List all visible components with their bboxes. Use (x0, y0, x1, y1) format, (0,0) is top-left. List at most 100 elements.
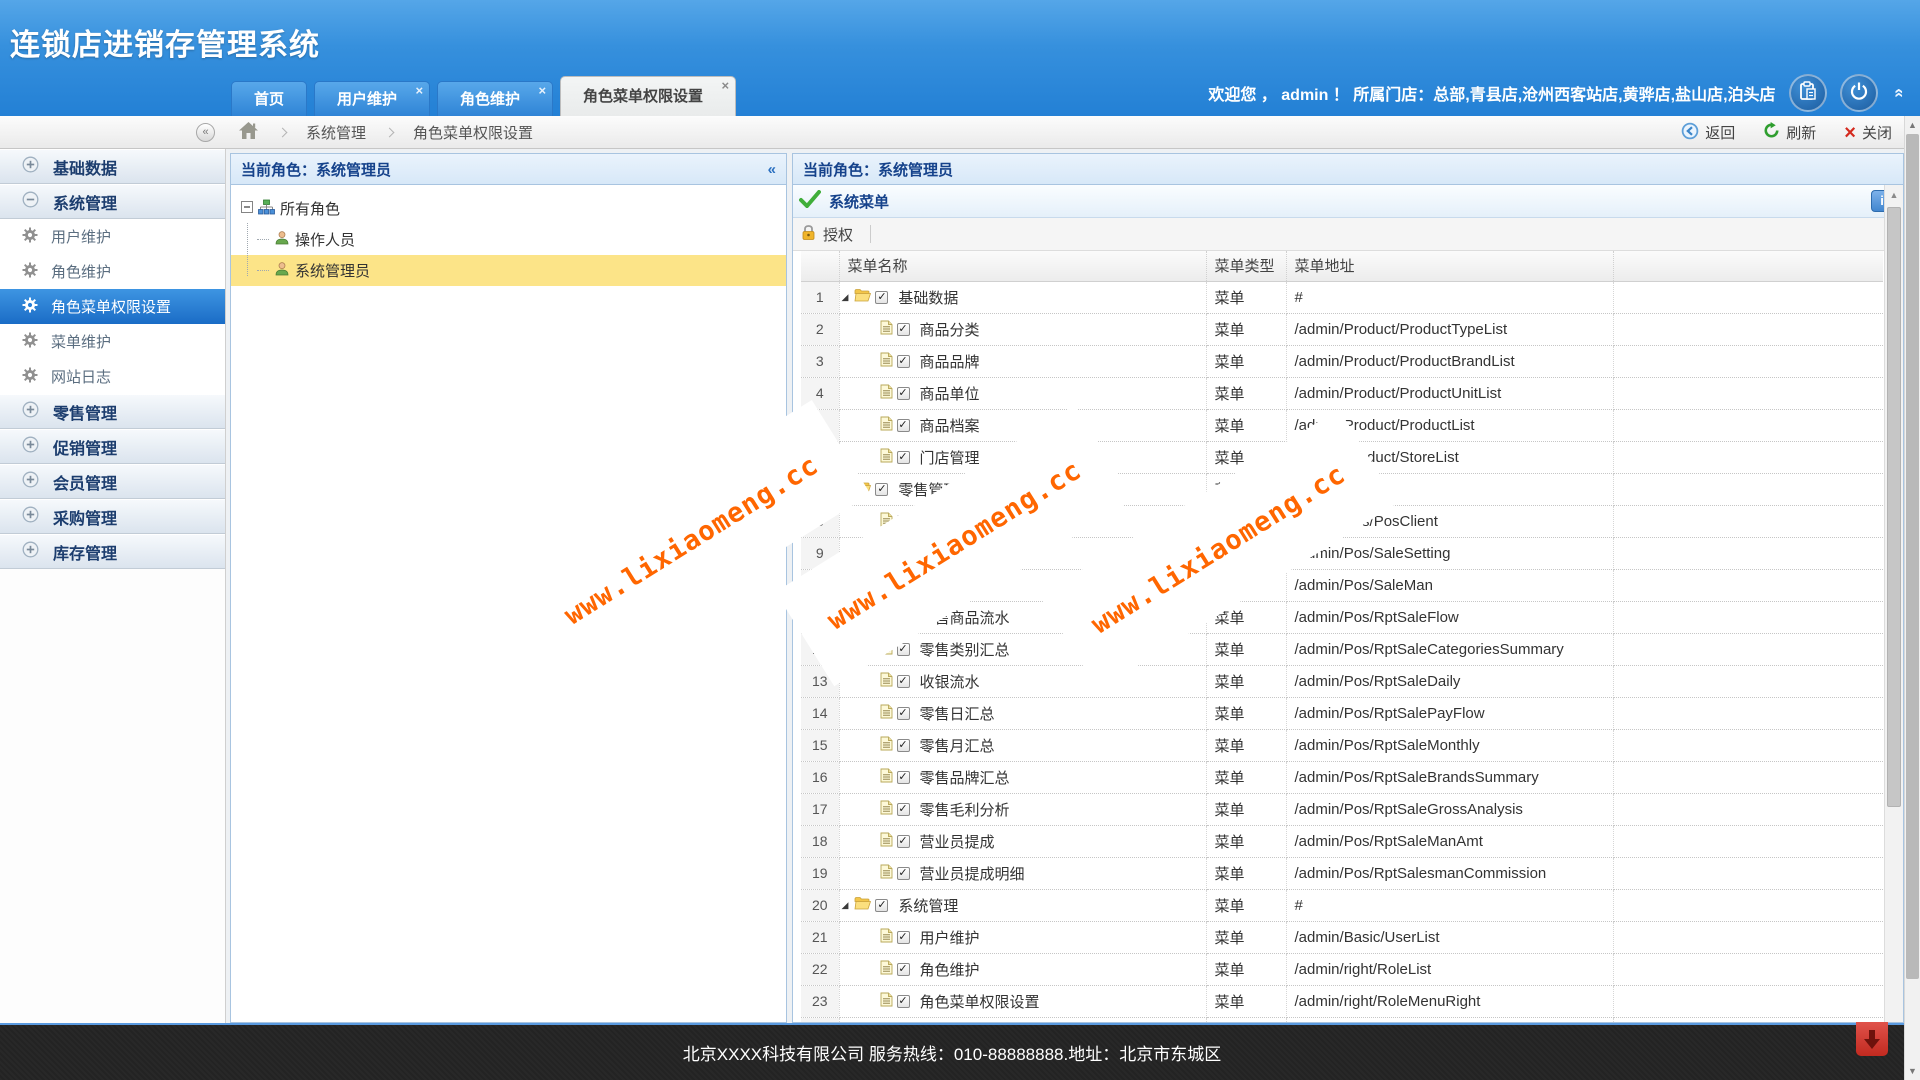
table-row[interactable]: 17 ✓零售毛利分析 菜单 /admin/Pos/RptSaleGrossAna… (801, 793, 1883, 825)
table-row[interactable]: 1 ◢✓基础数据 菜单 # (801, 281, 1883, 313)
breadcrumb-item[interactable]: 角色菜单权限设置 (413, 122, 533, 143)
blank-cell (1613, 313, 1883, 345)
tab-close-icon[interactable]: × (538, 84, 546, 97)
tab-close-icon[interactable]: × (415, 84, 423, 97)
refresh-icon (1763, 122, 1780, 143)
file-icon (880, 768, 893, 787)
table-row[interactable]: 20 ◢✓系统管理 菜单 # (801, 889, 1883, 921)
checkbox[interactable]: ✓ (897, 707, 910, 720)
menu-name: 商品分类 (920, 319, 980, 340)
sidebar-item-1[interactable]: 用户维护 (0, 219, 225, 254)
grid-header-type[interactable]: 菜单类型 (1206, 251, 1286, 281)
menu-url: /admin/Pos/RptSaleGrossAnalysis (1286, 793, 1613, 825)
sidebar-group-7[interactable]: 库存管理 (0, 534, 225, 569)
scroll-down-icon[interactable]: ▼ (1905, 1066, 1920, 1076)
sidebar-group-2[interactable]: 系统管理 (0, 184, 225, 219)
tab-close-icon[interactable]: × (721, 79, 729, 92)
table-row[interactable]: 12 ✓零售类别汇总 菜单 /admin/Pos/RptSaleCategori… (801, 633, 1883, 665)
table-row[interactable]: 4 ✓商品单位 菜单 /admin/Product/ProductUnitLis… (801, 377, 1883, 409)
clipboard-button[interactable] (1789, 74, 1827, 112)
table-row[interactable]: 23 ✓角色菜单权限设置 菜单 /admin/right/RoleMenuRig… (801, 985, 1883, 1017)
checkbox[interactable]: ✓ (897, 835, 910, 848)
checkbox[interactable]: ✓ (875, 899, 888, 912)
sidebar-group-6[interactable]: 采购管理 (0, 499, 225, 534)
table-row[interactable]: 13 ✓收银流水 菜单 /admin/Pos/RptSaleDaily (801, 665, 1883, 697)
grid-scrollbar[interactable]: ▲ (1884, 185, 1903, 1022)
row-number: 15 (801, 729, 839, 761)
checkbox[interactable]: ✓ (897, 995, 910, 1008)
back-button[interactable]: 返回 (1681, 122, 1735, 144)
sidebar-item-2[interactable]: 角色维护 (0, 254, 225, 289)
checkbox[interactable]: ✓ (897, 931, 910, 944)
sidebar-item-3[interactable]: 角色菜单权限设置 (0, 289, 225, 324)
table-row[interactable]: 19 ✓营业员提成明细 菜单 /admin/Pos/RptSalesmanCom… (801, 857, 1883, 889)
grid-header-name[interactable]: 菜单名称 (839, 251, 1206, 281)
tree-connector (247, 223, 248, 276)
checkbox[interactable]: ✓ (897, 451, 910, 464)
table-row[interactable]: 16 ✓零售品牌汇总 菜单 /admin/Pos/RptSaleBrandsSu… (801, 761, 1883, 793)
menu-type: 菜单 (1206, 921, 1286, 953)
table-row[interactable]: 18 ✓营业员提成 菜单 /admin/Pos/RptSaleManAmt (801, 825, 1883, 857)
tab-2[interactable]: 用户维护× (314, 81, 430, 116)
panel-collapse-icon[interactable]: « (768, 161, 776, 178)
checkbox[interactable]: ✓ (875, 483, 888, 496)
table-row[interactable]: 24 ✓菜单维护 菜单 /admin/right/MenuList (801, 1017, 1883, 1022)
sidebar-item-4[interactable]: 菜单维护 (0, 324, 225, 359)
table-row[interactable]: 21 ✓用户维护 菜单 /admin/Basic/UserList (801, 921, 1883, 953)
home-icon[interactable] (238, 121, 259, 144)
tree-node-root[interactable]: 所有角色 (231, 193, 786, 224)
sidebar-group-4[interactable]: 促销管理 (0, 429, 225, 464)
scroll-bottom-ribbon[interactable] (1856, 1022, 1888, 1056)
expand-icon[interactable]: ◢ (842, 292, 849, 303)
tab-3[interactable]: 角色维护× (437, 81, 553, 116)
table-row[interactable]: 22 ✓角色维护 菜单 /admin/right/RoleList (801, 953, 1883, 985)
checkbox[interactable]: ✓ (897, 867, 910, 880)
window-scrollbar-thumb[interactable] (1906, 134, 1919, 979)
sidebar-group-3[interactable]: 零售管理 (0, 394, 225, 429)
table-row[interactable]: 3 ✓商品品牌 菜单 /admin/Product/ProductBrandLi… (801, 345, 1883, 377)
file-icon (880, 800, 893, 819)
power-button[interactable] (1840, 74, 1878, 112)
scroll-up-icon[interactable]: ▲ (1885, 185, 1903, 200)
tree-node-1[interactable]: 操作人员 (231, 224, 786, 255)
breadcrumb-item[interactable]: 系统管理 (306, 122, 366, 143)
table-row[interactable]: 11 ✓零售商品流水 菜单 /admin/Pos/RptSaleFlow (801, 601, 1883, 633)
checkbox[interactable]: ✓ (897, 803, 910, 816)
collapse-box-icon[interactable] (241, 200, 253, 217)
collapse-up-icon[interactable]: « (1889, 88, 1909, 97)
authorize-button[interactable]: 授权 (801, 224, 853, 245)
sidebar-group-5[interactable]: 会员管理 (0, 464, 225, 499)
checkbox[interactable]: ✓ (897, 355, 910, 368)
checkbox[interactable]: ✓ (897, 387, 910, 400)
table-row[interactable]: 2 ✓商品分类 菜单 /admin/Product/ProductTypeLis… (801, 313, 1883, 345)
grid-scrollbar-thumb[interactable] (1887, 207, 1901, 807)
checkbox[interactable]: ✓ (897, 323, 910, 336)
menu-url: /admin/right/RoleMenuRight (1286, 985, 1613, 1017)
checkbox[interactable]: ✓ (897, 739, 910, 752)
scroll-up-icon[interactable]: ▲ (1905, 120, 1920, 130)
checkbox[interactable]: ✓ (897, 675, 910, 688)
expand-icon[interactable]: ◢ (842, 900, 849, 911)
checkbox[interactable]: ✓ (875, 291, 888, 304)
table-row[interactable]: 14 ✓零售日汇总 菜单 /admin/Pos/RptSalePayFlow (801, 697, 1883, 729)
checkbox[interactable]: ✓ (897, 771, 910, 784)
sidebar-group-1[interactable]: 基础数据 (0, 149, 225, 184)
close-button[interactable]: ×关闭 (1844, 122, 1892, 143)
window-scrollbar[interactable]: ▲ ▼ (1904, 116, 1920, 1080)
grid-toolbar: 授权 (793, 218, 1903, 251)
refresh-button[interactable]: 刷新 (1763, 122, 1816, 143)
checkbox[interactable]: ✓ (897, 963, 910, 976)
table-row[interactable]: 15 ✓零售月汇总 菜单 /admin/Pos/RptSaleMonthly (801, 729, 1883, 761)
tab-4[interactable]: 角色菜单权限设置× (560, 76, 736, 116)
plus-circle-icon (22, 506, 39, 528)
lock-icon (801, 224, 816, 245)
menu-name: 系统管理 (898, 895, 958, 916)
breadcrumb-bar: « 系统管理 角色菜单权限设置 返回 刷新 ×关闭 (0, 116, 1920, 149)
blank-cell (1613, 665, 1883, 697)
sidebar-collapse-button[interactable]: « (196, 123, 215, 142)
checkbox[interactable]: ✓ (897, 419, 910, 432)
sidebar-item-5[interactable]: 网站日志 (0, 359, 225, 394)
tree-node-2[interactable]: 系统管理员 (231, 255, 786, 286)
tab-1[interactable]: 首页 (231, 81, 307, 116)
grid-header-url[interactable]: 菜单地址 (1286, 251, 1613, 281)
